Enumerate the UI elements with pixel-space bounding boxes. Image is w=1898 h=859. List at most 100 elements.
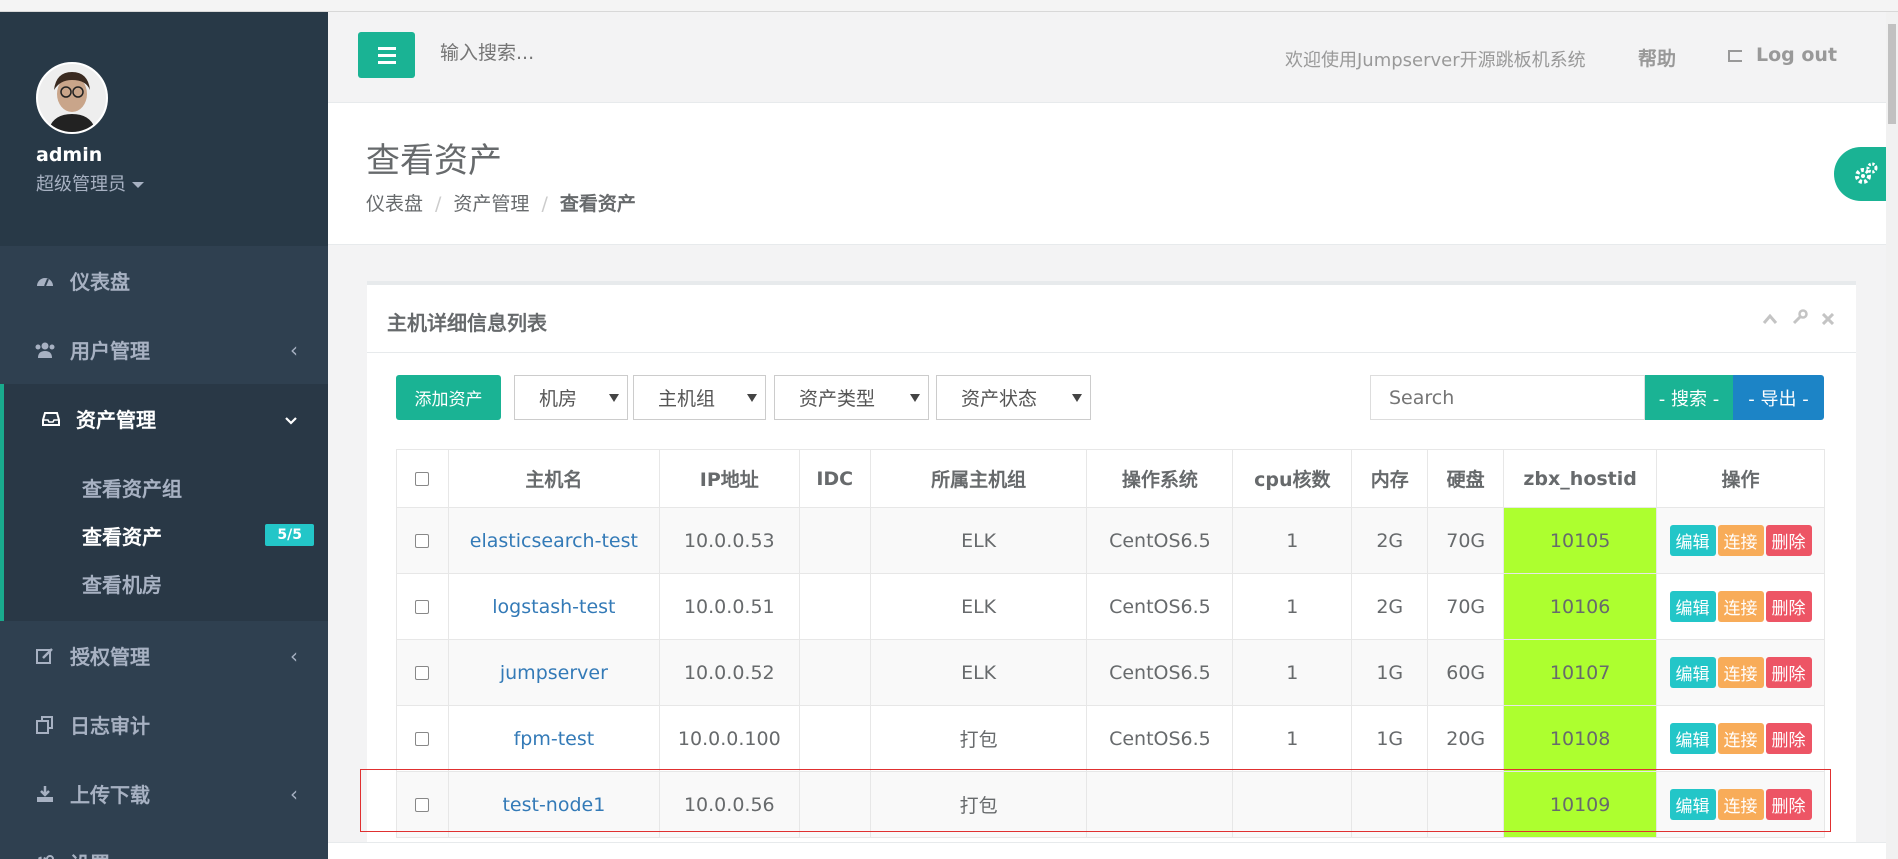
table-row: elasticsearch-test 10.0.0.53 ELK CentOS6… xyxy=(396,507,1825,574)
menu-toggle-button[interactable] xyxy=(358,32,415,78)
row-checkbox[interactable] xyxy=(415,732,430,746)
sidebar-item-label: 授权管理 xyxy=(70,645,150,669)
group-cell: ELK xyxy=(869,573,1088,640)
close-icon[interactable] xyxy=(1821,309,1835,330)
subitem-asset-groups[interactable]: 查看资产组 xyxy=(4,463,328,511)
sidebar-item-assets[interactable]: 资产管理 xyxy=(0,384,328,453)
column-header[interactable]: cpu核数 xyxy=(1232,449,1353,508)
column-header[interactable]: 所属主机组 xyxy=(869,449,1088,508)
scrollbar-thumb[interactable] xyxy=(1888,24,1896,124)
connect-button[interactable]: 连接 xyxy=(1717,723,1764,754)
idc-cell xyxy=(798,573,871,640)
os-cell xyxy=(1086,771,1234,838)
row-checkbox[interactable] xyxy=(415,600,430,614)
column-header[interactable]: 内存 xyxy=(1351,449,1429,508)
column-header[interactable]: IDC xyxy=(798,449,871,508)
users-icon xyxy=(34,342,56,358)
sidebar-item-upload-download[interactable]: 上传下载 ‹ xyxy=(0,759,328,828)
breadcrumb-assets[interactable]: 资产管理 xyxy=(453,193,529,215)
filter-status-select[interactable]: 资产状态 xyxy=(936,375,1091,420)
page-title: 查看资产 xyxy=(366,141,502,181)
delete-button[interactable]: 删除 xyxy=(1765,591,1812,622)
logout-link[interactable]: Log out xyxy=(1728,44,1837,66)
filter-type-select[interactable]: 资产类型 xyxy=(774,375,929,420)
column-header[interactable]: 硬盘 xyxy=(1427,449,1505,508)
connect-button[interactable]: 连接 xyxy=(1717,591,1764,622)
asset-search-input[interactable] xyxy=(1370,375,1645,420)
delete-button[interactable]: 删除 xyxy=(1765,525,1812,556)
sidebar-item-settings[interactable]: 设置 xyxy=(0,828,328,859)
sidebar-item-label: 仪表盘 xyxy=(70,270,130,294)
sidebar-item-label: 日志审计 xyxy=(70,714,150,738)
sidebar-item-users[interactable]: 用户管理 ‹ xyxy=(0,315,328,384)
subitem-view-assets[interactable]: 查看资产 5/5 xyxy=(4,511,328,559)
collapse-icon[interactable] xyxy=(1762,309,1778,330)
select-all-checkbox[interactable] xyxy=(415,472,430,486)
delete-button[interactable]: 删除 xyxy=(1765,789,1812,820)
caret-down-icon xyxy=(132,182,144,188)
hostname-link[interactable]: test-node1 xyxy=(502,794,605,816)
delete-button[interactable]: 删除 xyxy=(1765,657,1812,688)
edit-button[interactable]: 编辑 xyxy=(1669,525,1716,556)
avatar-image xyxy=(38,64,106,132)
edit-button[interactable]: 编辑 xyxy=(1669,657,1716,688)
hostname-link[interactable]: jumpserver xyxy=(500,662,608,684)
hostname-link[interactable]: elasticsearch-test xyxy=(470,530,638,552)
actions-cell: 编辑 连接 删除 xyxy=(1656,771,1825,838)
column-header[interactable]: zbx_hostid xyxy=(1503,449,1658,508)
column-header[interactable]: IP地址 xyxy=(658,449,800,508)
column-header[interactable]: 操作系统 xyxy=(1086,449,1234,508)
top-search-input[interactable] xyxy=(440,42,740,64)
actions-cell: 编辑 连接 删除 xyxy=(1656,639,1825,706)
edit-button[interactable]: 编辑 xyxy=(1669,591,1716,622)
os-cell: CentOS6.5 xyxy=(1086,507,1234,574)
edit-icon xyxy=(34,647,56,665)
search-button[interactable]: - 搜索 - xyxy=(1645,375,1733,420)
edit-button[interactable]: 编辑 xyxy=(1669,789,1716,820)
filter-idc-select[interactable]: 机房 xyxy=(514,375,628,420)
hamburger-icon-bar xyxy=(377,46,396,50)
asset-table: 主机名 IP地址 IDC 所属主机组 操作系统 cpu核数 内存 硬盘 zbx_… xyxy=(396,449,1825,838)
host-list-panel: 主机详细信息列表 添加资产 机房 主机组 资产类型 资产状态 - 搜索 - - … xyxy=(367,281,1856,859)
hamburger-icon-bar xyxy=(377,60,396,64)
table-row: fpm-test 10.0.0.100 打包 CentOS6.5 1 1G 20… xyxy=(396,705,1825,772)
row-select-cell xyxy=(396,639,449,706)
zbx-hostid-cell: 10107 xyxy=(1503,639,1658,706)
wrench-icon[interactable] xyxy=(1792,309,1808,330)
connect-button[interactable]: 连接 xyxy=(1717,789,1764,820)
profile-name: admin xyxy=(36,144,103,166)
avatar[interactable] xyxy=(36,62,108,134)
sidebar-item-audit[interactable]: 日志审计 xyxy=(0,690,328,759)
connect-button[interactable]: 连接 xyxy=(1717,525,1764,556)
ip-cell: 10.0.0.52 xyxy=(658,639,800,706)
group-cell: 打包 xyxy=(869,771,1088,838)
edit-button[interactable]: 编辑 xyxy=(1669,723,1716,754)
hostname-link[interactable]: fpm-test xyxy=(514,728,595,750)
idc-cell xyxy=(798,771,871,838)
profile-role-dropdown[interactable]: 超级管理员 xyxy=(36,170,328,196)
breadcrumb-dashboard[interactable]: 仪表盘 xyxy=(366,193,423,215)
sidebar-item-dashboard[interactable]: 仪表盘 xyxy=(0,246,328,315)
filter-group-select[interactable]: 主机组 xyxy=(633,375,766,420)
column-header[interactable]: 主机名 xyxy=(447,449,660,508)
cpu-cell: 1 xyxy=(1232,573,1353,640)
disk-cell: 60G xyxy=(1427,639,1505,706)
export-button[interactable]: - 导出 - xyxy=(1733,375,1824,420)
actions-cell: 编辑 连接 删除 xyxy=(1656,573,1825,640)
delete-button[interactable]: 删除 xyxy=(1765,723,1812,754)
sidebar-item-permissions[interactable]: 授权管理 ‹ xyxy=(0,621,328,690)
subitem-idc[interactable]: 查看机房 xyxy=(4,559,328,607)
row-checkbox[interactable] xyxy=(415,666,430,680)
row-checkbox[interactable] xyxy=(415,534,430,548)
cpu-cell: 1 xyxy=(1232,705,1353,772)
sidebar-item-label: 用户管理 xyxy=(70,339,150,363)
row-select-cell xyxy=(396,573,449,640)
hostname-link[interactable]: logstash-test xyxy=(492,596,615,618)
os-cell: CentOS6.5 xyxy=(1086,639,1234,706)
connect-button[interactable]: 连接 xyxy=(1717,657,1764,688)
help-link[interactable]: 帮助 xyxy=(1638,44,1676,71)
add-asset-button[interactable]: 添加资产 xyxy=(396,375,501,420)
page-scrollbar[interactable] xyxy=(1886,12,1898,859)
zbx-hostid-cell: 10106 xyxy=(1503,573,1658,640)
row-checkbox[interactable] xyxy=(415,798,430,812)
